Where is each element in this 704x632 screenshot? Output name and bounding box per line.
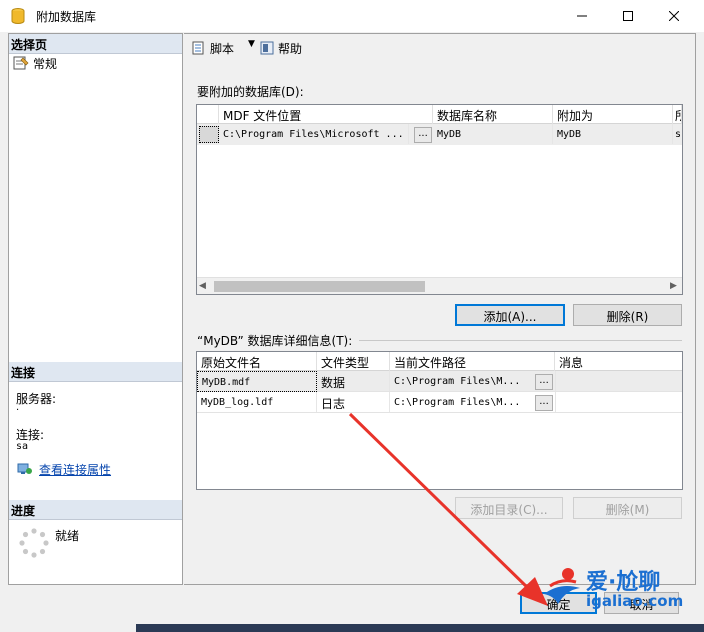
file-type-cell[interactable]: 数据 (317, 371, 390, 391)
row-selector-header (197, 105, 219, 124)
column-header[interactable]: 数据库名称 (433, 105, 553, 124)
page-item-general[interactable]: 常规 (11, 54, 181, 72)
toolbar: 脚本 ▼ 帮助 (184, 34, 695, 62)
window-title: 附加数据库 (36, 10, 97, 24)
column-header[interactable]: MDF 文件位置 (219, 105, 433, 124)
scroll-right-icon[interactable]: ▶ (670, 281, 677, 291)
column-header[interactable]: 当前文件路径 (390, 352, 555, 371)
title-bar: 附加数据库 (0, 0, 704, 32)
column-header[interactable]: 所 (673, 105, 682, 124)
database-details-label: “MyDB” 数据库详细信息(T): (197, 332, 357, 349)
file-type-cell[interactable]: 日志 (317, 392, 390, 412)
connection-value: sa (16, 441, 29, 452)
column-header[interactable]: 文件类型 (317, 352, 390, 371)
attach-databases-label: 要附加的数据库(D): (197, 85, 304, 99)
attach-databases-grid: MDF 文件位置 数据库名称 附加为 所 C:\Program Files\Mi… (196, 104, 683, 295)
add-catalog-button[interactable]: 添加目录(C)... (455, 497, 563, 519)
help-label: 帮助 (278, 42, 303, 56)
script-icon (192, 41, 208, 55)
message-cell (555, 371, 682, 391)
cancel-button[interactable]: 取消 (604, 592, 679, 614)
server-value: . (16, 402, 20, 413)
grid-header: MDF 文件位置 数据库名称 附加为 所 (197, 105, 682, 124)
settings-page-icon (13, 56, 29, 70)
left-pane: 选择页 常规 连接 服务器: . 连接: sa 查看连接属性 进度 就绪 (8, 33, 183, 585)
column-header[interactable]: 附加为 (553, 105, 673, 124)
file-name-cell[interactable]: MyDB.mdf (197, 371, 317, 392)
close-button[interactable] (651, 0, 697, 32)
table-row[interactable]: C:\Program Files\Microsoft ... ... MyDB … (197, 124, 682, 145)
table-row[interactable]: MyDB_log.ldf 日志 C:\Program Files\M... ..… (197, 392, 682, 413)
progress-status: 就绪 (55, 529, 80, 543)
remove-file-button[interactable]: 删除(M) (573, 497, 682, 519)
progress-spinner-icon (19, 528, 49, 558)
grid-header: 原始文件名 文件类型 当前文件路径 消息 (197, 352, 682, 371)
row-selector[interactable] (199, 126, 219, 143)
help-icon (260, 41, 276, 55)
select-page-header: 选择页 (9, 34, 182, 54)
add-database-button[interactable]: 添加(A)... (455, 304, 565, 326)
chevron-down-icon: ▼ (248, 39, 255, 49)
help-button[interactable]: 帮助 (260, 39, 310, 57)
ok-button[interactable]: 确定 (520, 592, 597, 614)
attach-as-cell[interactable]: MyDB (553, 124, 673, 144)
browse-path-button[interactable]: ... (535, 395, 553, 411)
desktop-background (136, 624, 704, 632)
message-cell (555, 392, 682, 412)
connection-header: 连接 (9, 362, 182, 382)
maximize-button[interactable] (605, 0, 651, 32)
column-header[interactable]: 原始文件名 (197, 352, 317, 371)
mdf-location-cell[interactable]: C:\Program Files\Microsoft ... (219, 124, 409, 144)
progress-header: 进度 (9, 500, 182, 520)
page-item-label: 常规 (33, 57, 58, 71)
file-name-cell[interactable]: MyDB_log.ldf (197, 392, 317, 412)
minimize-button[interactable] (559, 0, 605, 32)
script-button[interactable]: 脚本 ▼ (190, 39, 260, 57)
section-divider (359, 340, 682, 341)
table-row[interactable]: MyDB.mdf 数据 C:\Program Files\M... ... (197, 371, 682, 392)
view-connection-properties-link[interactable]: 查看连接属性 (39, 461, 111, 478)
connection-properties-icon (17, 462, 33, 476)
database-icon (10, 7, 26, 25)
scroll-left-icon[interactable]: ◀ (199, 281, 206, 291)
owner-cell[interactable]: s (673, 124, 682, 144)
remove-database-button[interactable]: 删除(R) (573, 304, 682, 326)
scrollbar-thumb[interactable] (214, 281, 425, 292)
database-name-cell[interactable]: MyDB (433, 124, 553, 144)
right-pane: 脚本 ▼ 帮助 要附加的数据库(D): MDF 文件位置 数据库名称 附加为 C… (184, 33, 696, 585)
script-label: 脚本 (210, 42, 235, 56)
horizontal-scrollbar[interactable]: ◀ ▶ (197, 277, 682, 294)
file-path-cell[interactable]: C:\Program Files\M... (390, 392, 532, 412)
browse-mdf-button[interactable]: ... (414, 127, 432, 143)
server-label: 服务器: (16, 392, 57, 406)
file-path-cell[interactable]: C:\Program Files\M... (390, 371, 532, 391)
browse-path-button[interactable]: ... (535, 374, 553, 390)
column-header[interactable]: 消息 (555, 352, 682, 371)
database-details-grid: 原始文件名 文件类型 当前文件路径 消息 MyDB.mdf 数据 C:\Prog… (196, 351, 683, 490)
attach-database-window: 附加数据库 选择页 常规 连接 服务器: . 连接: sa 查看连接属性 进度 … (0, 0, 704, 632)
